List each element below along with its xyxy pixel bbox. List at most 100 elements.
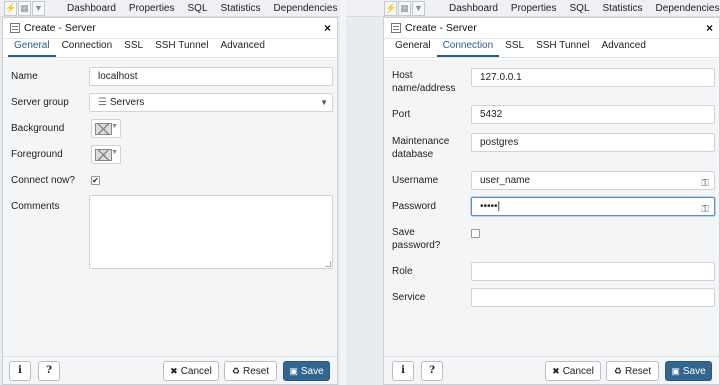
tab-dashboard[interactable]: Dashboard: [449, 3, 498, 14]
maintenance-label-line2: database: [392, 149, 434, 160]
server-icon: [391, 23, 401, 33]
general-form: Name localhost Server group ☰ Servers ▼ B…: [3, 59, 337, 356]
grid-icon[interactable]: ▦: [398, 1, 411, 16]
dialog-title-bar: Create - Server ×: [384, 18, 719, 39]
chevron-down-icon: ▼: [320, 98, 328, 107]
service-label: Service: [392, 292, 426, 303]
cancel-label: Cancel: [180, 366, 212, 377]
cancel-button[interactable]: ✖ Cancel: [163, 361, 219, 381]
tab-statistics[interactable]: Statistics: [603, 3, 643, 14]
tab-dependencies[interactable]: Dependencies: [274, 3, 338, 14]
reset-label: Reset: [624, 366, 652, 377]
tab-dependencies[interactable]: Dependencies: [656, 3, 720, 14]
tab-dashboard[interactable]: Dashboard: [67, 3, 116, 14]
foreground-color-picker[interactable]: ▼: [91, 145, 121, 164]
dialog-footer: i ? ✖ Cancel ♻ Reset ▣ Save: [384, 356, 719, 384]
server-group-select[interactable]: ☰ Servers ▼: [89, 93, 333, 112]
background-color-picker[interactable]: ▼: [91, 119, 121, 138]
list-icon: ☰: [98, 97, 107, 108]
tab-ssl[interactable]: SSL: [118, 40, 149, 57]
name-input[interactable]: localhost: [89, 67, 333, 86]
close-icon[interactable]: ×: [706, 21, 713, 35]
chevron-down-icon: ▼: [111, 123, 118, 130]
tab-advanced[interactable]: Advanced: [214, 40, 270, 57]
top-toolbar: ⚡ ▦ ▼ Dashboard Properties SQL Statistic…: [0, 0, 340, 17]
background-label: Background: [11, 123, 65, 134]
comments-label: Comments: [11, 201, 60, 212]
info-button[interactable]: i: [392, 361, 414, 381]
save-password-label: Save password?: [392, 226, 440, 252]
chevron-down-icon: ▼: [111, 149, 118, 156]
right-panel: ⚡ ▦ ▼ Dashboard Properties SQL Statistic…: [346, 0, 720, 385]
save-label: Save: [300, 366, 324, 377]
lightning-icon[interactable]: ⚡: [4, 1, 17, 16]
cancel-button[interactable]: ✖ Cancel: [545, 361, 601, 381]
key-icon: ⚿: [701, 178, 709, 189]
dialog-title: Create - Server: [24, 22, 96, 34]
create-server-dialog: Create - Server × General Connection SSL…: [2, 17, 338, 385]
filter-icon[interactable]: ▼: [32, 1, 45, 16]
tab-sql[interactable]: SQL: [188, 3, 208, 14]
color-swatch-icon: [95, 123, 112, 135]
reset-button[interactable]: ♻ Reset: [224, 361, 277, 381]
info-button[interactable]: i: [9, 361, 31, 381]
close-icon: ✖: [170, 366, 178, 376]
save-button[interactable]: ▣ Save: [665, 361, 712, 381]
filter-icon[interactable]: ▼: [412, 1, 425, 16]
username-label: Username: [392, 175, 439, 186]
foreground-label: Foreground: [11, 149, 63, 160]
password-input[interactable]: •••••| ⚿: [471, 197, 715, 216]
save-password-checkbox[interactable]: [471, 229, 480, 238]
password-value: •••••: [480, 201, 498, 212]
tab-properties[interactable]: Properties: [511, 3, 557, 14]
save-button[interactable]: ▣ Save: [283, 361, 330, 381]
maintenance-label-line1: Maintenance: [392, 136, 450, 147]
help-button[interactable]: ?: [38, 361, 60, 381]
dialog-tabs: General Connection SSL SSH Tunnel Advanc…: [3, 39, 337, 58]
connect-now-checkbox[interactable]: ✔: [91, 176, 100, 185]
floppy-icon: ▣: [671, 366, 680, 376]
tab-general[interactable]: General: [8, 40, 56, 57]
port-label: Port: [392, 109, 411, 120]
tab-ssl[interactable]: SSL: [499, 40, 530, 57]
role-input[interactable]: [471, 262, 715, 281]
text-cursor: |: [497, 201, 501, 212]
dialog-footer: i ? ✖ Cancel ♻ Reset ▣ Save: [3, 356, 337, 384]
password-label: Password: [392, 201, 436, 212]
tab-connection[interactable]: Connection: [56, 40, 119, 57]
tab-statistics[interactable]: Statistics: [221, 3, 261, 14]
server-group-label: Server group: [11, 97, 69, 108]
maintenance-db-input[interactable]: postgres: [471, 133, 715, 152]
close-icon: ✖: [552, 366, 560, 376]
comments-textarea[interactable]: [89, 195, 333, 269]
save-password-label-line2: password?: [392, 240, 441, 251]
tab-ssh-tunnel[interactable]: SSH Tunnel: [530, 40, 595, 57]
tab-ssh-tunnel[interactable]: SSH Tunnel: [149, 40, 214, 57]
dialog-title-bar: Create - Server ×: [3, 18, 337, 39]
recycle-icon: ♻: [613, 366, 622, 376]
reset-button[interactable]: ♻ Reset: [606, 361, 659, 381]
lightning-icon[interactable]: ⚡: [384, 1, 397, 16]
host-label-line2: name/address: [392, 83, 456, 94]
port-input[interactable]: 5432: [471, 105, 715, 124]
host-label-line1: Host: [392, 70, 413, 81]
close-icon[interactable]: ×: [324, 21, 331, 35]
role-label: Role: [392, 266, 413, 277]
tab-advanced[interactable]: Advanced: [595, 40, 651, 57]
cancel-label: Cancel: [562, 366, 594, 377]
top-toolbar: ⚡ ▦ ▼ Dashboard Properties SQL Statistic…: [346, 0, 720, 17]
key-icon: ⚿: [701, 204, 709, 215]
help-button[interactable]: ?: [421, 361, 443, 381]
username-input[interactable]: user_name ⚿: [471, 171, 715, 190]
service-input[interactable]: [471, 288, 715, 307]
maintenance-db-label: Maintenance database: [392, 135, 449, 161]
tab-connection[interactable]: Connection: [436, 40, 500, 57]
tab-general[interactable]: General: [389, 40, 437, 57]
host-input[interactable]: 127.0.0.1: [471, 68, 715, 87]
save-label: Save: [682, 366, 706, 377]
left-panel: ⚡ ▦ ▼ Dashboard Properties SQL Statistic…: [0, 0, 340, 385]
grid-icon[interactable]: ▦: [18, 1, 31, 16]
connection-form: Host name/address 127.0.0.1 Port 5432 Mai…: [384, 59, 719, 356]
tab-properties[interactable]: Properties: [129, 3, 175, 14]
tab-sql[interactable]: SQL: [570, 3, 590, 14]
